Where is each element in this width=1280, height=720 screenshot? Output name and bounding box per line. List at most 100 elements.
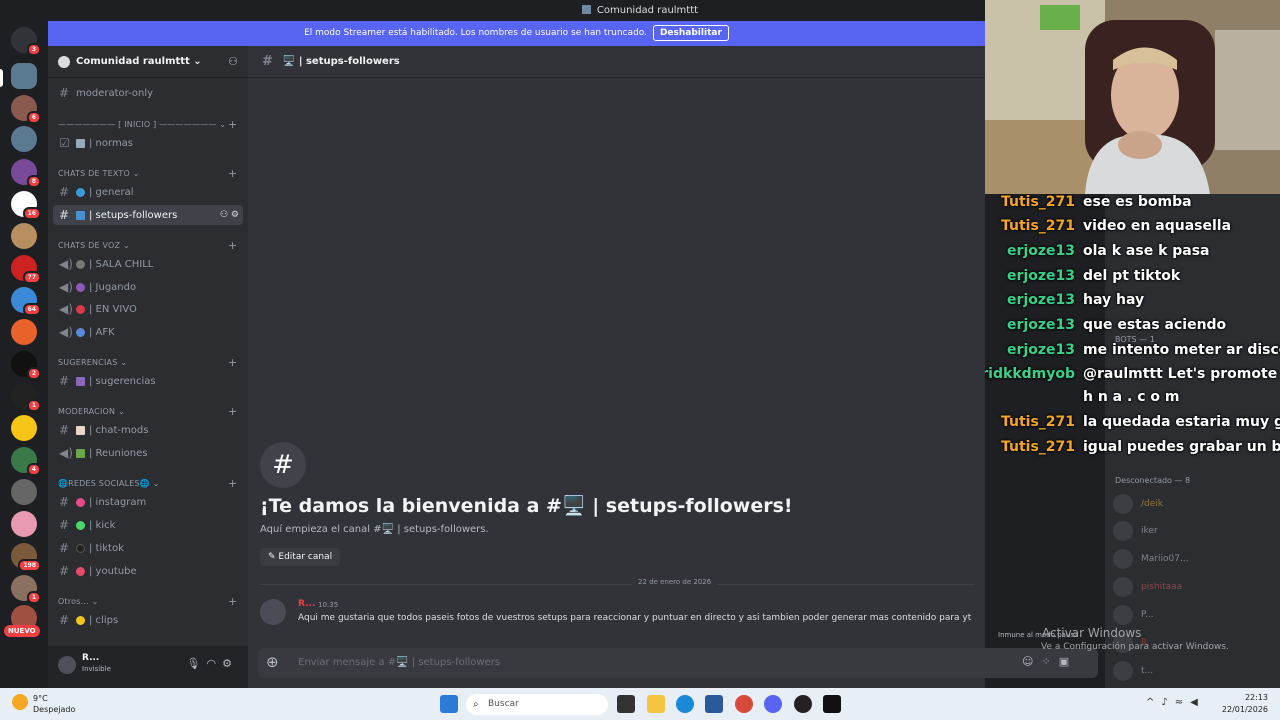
category-sugerencias[interactable]: SUGERENCIAS ⌄ + [58,356,237,369]
chevron-up-icon[interactable]: ^ [1146,697,1161,708]
channel-youtube[interactable]: # | youtube [53,561,243,581]
search-box[interactable]: ⌕ Buscar [466,694,608,715]
edit-channel-button[interactable]: ✎ Editar canal [260,548,341,566]
volume-icon[interactable]: ◀ [1190,697,1205,708]
chat-text: video en aquasella [1083,218,1232,234]
member-item[interactable]: P... [1113,605,1154,625]
channel-chat-mods[interactable]: # | chat-mods [53,420,243,440]
channel-instagram[interactable]: # | instagram [53,492,243,512]
server-icon[interactable] [11,126,37,152]
member-item[interactable]: iker [1113,521,1158,541]
add-channel-icon[interactable]: + [228,356,237,369]
channel-jugando[interactable]: ◀) | Jugando [53,277,243,297]
badge: 77 [22,271,41,284]
file-explorer-icon[interactable] [647,695,665,713]
hash-icon: # [59,185,70,199]
clock[interactable]: 22:13 22/01/2026 [1222,692,1268,716]
channel-general[interactable]: # | general [53,182,243,202]
tiktok-icon[interactable] [823,695,841,713]
edge-icon[interactable] [676,695,694,713]
channel-tiktok[interactable]: # | tiktok [53,538,243,558]
add-channel-icon[interactable]: + [228,239,237,252]
task-view-icon[interactable] [617,695,635,713]
server-icon[interactable]: 1 [11,575,41,604]
composer-tools[interactable]: ☺⁘▣ [1022,655,1077,668]
disable-streamer-button[interactable]: Deshabilitar [652,25,729,41]
server-icon[interactable] [11,223,37,249]
start-icon[interactable] [440,695,458,713]
server-icon[interactable]: 16 [11,191,41,220]
system-tray[interactable]: ^♪≈◀ [1146,697,1205,708]
channel-normas[interactable]: ☑ | normas [53,133,243,153]
discord-icon[interactable] [764,695,782,713]
channel-afk[interactable]: ◀) | AFK [53,322,243,342]
discord-home-icon[interactable]: 3 [11,27,41,56]
channel-settings-icon[interactable]: ⚇ ⚙ [220,210,239,220]
add-attachment-icon[interactable]: ⊕ [266,653,279,671]
message-composer[interactable]: ⊕ Enviar mensaje a #🖥️ | setups-follower… [258,648,1098,678]
channel-en-vivo[interactable]: ◀) | EN VIVO [53,299,243,319]
mic-icon[interactable]: ♪ [1161,697,1174,708]
server-icon[interactable]: 64 [11,287,41,316]
wifi-icon[interactable]: ≈ [1175,697,1190,708]
server-header[interactable]: Comunidad raulmttt ⌄ ⚇ [48,46,248,78]
channel-sala-chill[interactable]: ◀) | SALA CHILL [53,254,243,274]
member-item[interactable]: Mariio07... [1113,549,1189,569]
server-icon[interactable]: 1 [11,383,41,412]
headphones-icon[interactable]: ◠ [207,657,223,670]
server-icon[interactable] [11,479,37,505]
badge: 16 [22,207,41,220]
user-controls[interactable]: 🎙◠⚙ [187,657,238,670]
microphone-icon[interactable]: 🎙 [187,657,207,670]
server-icon[interactable] [11,511,37,537]
category-voz[interactable]: CHATS DE VOZ ⌄ + [58,239,237,252]
new-badge: NUEVO [4,625,40,637]
server-icon[interactable]: 6 [11,95,41,124]
channel-reuniones[interactable]: ◀) | Reuniones [53,443,243,463]
add-channel-icon[interactable]: + [228,595,237,608]
message-author[interactable]: R... [298,599,315,609]
avatar[interactable] [58,656,76,674]
member-item[interactable]: t... [1113,661,1153,681]
category-redes[interactable]: 🌐REDES SOCIALES🌐 ⌄ + [58,477,237,490]
channel-clips[interactable]: # | clips [53,610,243,630]
add-channel-icon[interactable]: + [228,167,237,180]
server-icon[interactable]: 198 [11,543,41,572]
category-texto[interactable]: CHATS DE TEXTO ⌄ + [58,167,237,180]
invite-icon[interactable]: ⚇ [228,55,238,68]
gear-icon[interactable]: ⚙ [222,657,238,670]
server-icon[interactable]: 8 [11,159,41,188]
server-icon[interactable] [11,415,37,441]
server-icon[interactable]: 77 [11,255,41,284]
memo-icon [76,425,85,435]
channel-moderator[interactable]: # moderator-only [53,83,243,103]
chat-text: que estas aciendo [1083,317,1227,333]
server-icon[interactable] [11,319,37,345]
badge: 64 [22,303,41,316]
category-inicio[interactable]: ——————— [ INICIO ] ——————— ⌄ + [58,118,237,131]
store-icon[interactable] [705,695,723,713]
chrome-icon[interactable] [735,695,753,713]
server-icon[interactable]: 2 [11,351,41,380]
server-icon[interactable]: 4 [11,447,41,476]
add-channel-icon[interactable]: + [228,405,237,418]
add-channel-icon[interactable]: + [228,477,237,490]
channel-kick[interactable]: # | kick [53,515,243,535]
member-item[interactable]: pishitaaa [1113,577,1182,597]
avatar[interactable] [260,599,286,625]
activate-windows-title: Activar Windows [1042,626,1142,640]
obs-icon[interactable] [794,695,812,713]
gift-icon[interactable]: ▣ [1059,655,1077,668]
badge: 6 [26,111,41,124]
apps-icon[interactable]: ⁘ [1041,655,1058,668]
category-otros[interactable]: Otros... ⌄ + [58,595,237,608]
server-icon[interactable] [11,63,37,89]
member-item[interactable]: /deik [1113,494,1163,514]
message-input[interactable]: Enviar mensaje a #🖥️ | setups-followers [298,657,500,668]
channel-sugerencias[interactable]: # | sugerencias [53,371,243,391]
add-channel-icon[interactable]: + [228,118,237,131]
avatar [1113,549,1133,569]
category-moderacion[interactable]: MODERACION ⌄ + [58,405,237,418]
emoji-icon[interactable]: ☺ [1022,655,1041,668]
channel-setups[interactable]: # | setups-followers ⚇ ⚙ [53,205,243,225]
